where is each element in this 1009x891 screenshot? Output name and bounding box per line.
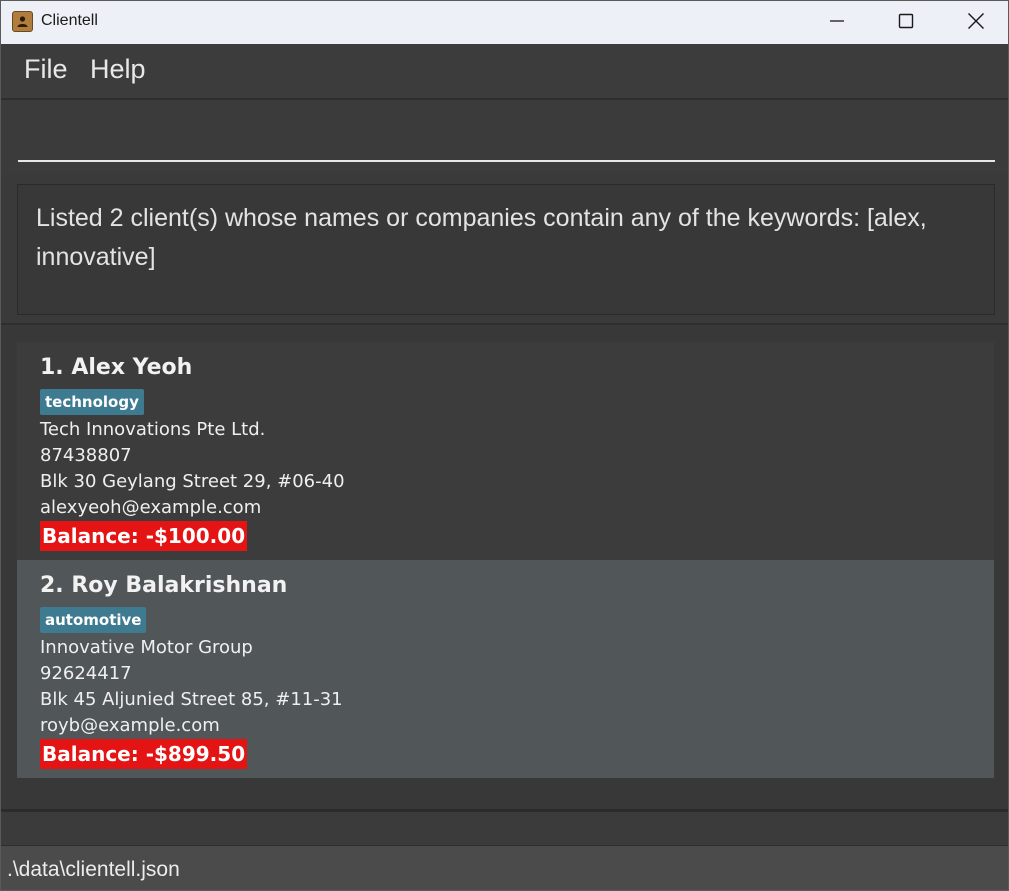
menu-file[interactable]: File — [24, 54, 68, 85]
client-email: alexyeoh@example.com — [40, 497, 262, 518]
maximize-icon — [898, 13, 914, 33]
data-file-path: .\data\clientell.json — [7, 858, 180, 881]
client-list[interactable]: 1. Alex Yeoh technology Tech Innovations… — [1, 325, 1008, 811]
close-icon — [967, 12, 985, 34]
app-window: Clientell File Help Listed 2 client(s) w… — [0, 0, 1009, 891]
client-phone: 92624417 — [40, 663, 132, 684]
window-title: Clientell — [41, 12, 98, 29]
close-button[interactable] — [941, 1, 1008, 44]
result-display: Listed 2 client(s) whose names or compan… — [17, 184, 995, 315]
client-name: 2. Roy Balakrishnan — [40, 573, 288, 598]
list-footer — [1, 812, 1008, 845]
client-phone: 87438807 — [40, 445, 132, 466]
menu-bar: File Help — [1, 44, 1008, 100]
status-bar: .\data\clientell.json — [1, 845, 1008, 890]
client-email: royb@example.com — [40, 715, 220, 736]
minimize-button[interactable] — [802, 1, 872, 44]
contact-book-icon — [12, 11, 33, 32]
client-company: Innovative Motor Group — [40, 637, 253, 658]
client-tag: technology — [40, 389, 144, 415]
client-card[interactable]: 2. Roy Balakrishnan automotive Innovativ… — [17, 560, 994, 778]
minimize-icon — [829, 13, 845, 33]
result-message: Listed 2 client(s) whose names or compan… — [36, 204, 927, 271]
client-address: Blk 45 Aljunied Street 85, #11-31 — [40, 689, 343, 710]
command-input[interactable] — [18, 118, 995, 162]
command-box — [1, 100, 1008, 174]
client-company: Tech Innovations Pte Ltd. — [40, 419, 266, 440]
client-name: 1. Alex Yeoh — [40, 355, 193, 380]
menu-help[interactable]: Help — [90, 54, 146, 85]
maximize-button[interactable] — [871, 1, 941, 44]
title-bar: Clientell — [1, 1, 1008, 44]
client-address: Blk 30 Geylang Street 29, #06-40 — [40, 471, 345, 492]
client-balance: Balance: -$899.50 — [40, 739, 248, 769]
client-tag: automotive — [40, 607, 147, 633]
client-card[interactable]: 1. Alex Yeoh technology Tech Innovations… — [17, 342, 994, 560]
client-balance: Balance: -$100.00 — [40, 521, 248, 551]
